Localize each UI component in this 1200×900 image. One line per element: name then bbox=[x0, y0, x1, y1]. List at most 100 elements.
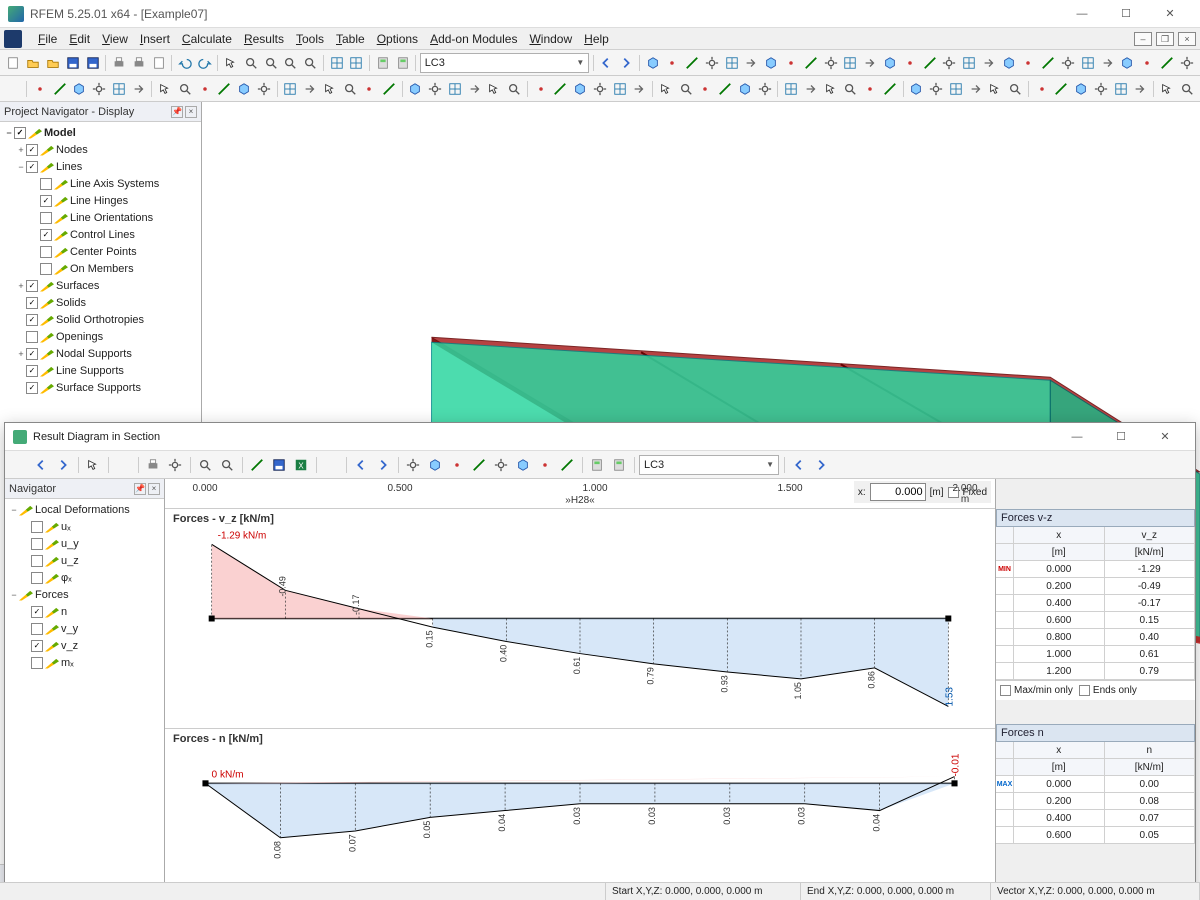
tool-r2-28-icon[interactable] bbox=[610, 79, 629, 99]
result-tree-item-8[interactable]: v_z bbox=[5, 637, 164, 654]
tool-r1-23-icon[interactable] bbox=[1098, 53, 1117, 73]
checkbox[interactable] bbox=[26, 382, 38, 394]
tool-r2-30-icon[interactable] bbox=[656, 79, 675, 99]
tool-r2-24-icon[interactable] bbox=[531, 79, 550, 99]
result-tree-item-6[interactable]: n bbox=[5, 603, 164, 620]
save-icon[interactable] bbox=[63, 53, 82, 73]
table-n[interactable]: xn[m][kN/m]MAX0.0000.000.2000.080.4000.0… bbox=[996, 742, 1195, 844]
result-tree-item-3[interactable]: u_z bbox=[5, 552, 164, 569]
project-tree-item-5[interactable]: Line Orientations bbox=[0, 209, 201, 226]
gridb-icon[interactable] bbox=[347, 53, 366, 73]
project-tree-item-14[interactable]: Line Supports bbox=[0, 362, 201, 379]
project-tree-item-7[interactable]: Center Points bbox=[0, 243, 201, 260]
project-tree-item-6[interactable]: Control Lines bbox=[0, 226, 201, 243]
checkbox[interactable] bbox=[40, 195, 52, 207]
project-tree-item-8[interactable]: On Members bbox=[0, 260, 201, 277]
sel-combo[interactable]: undefined bbox=[4, 79, 23, 99]
project-tree-item-9[interactable]: +Surfaces bbox=[0, 277, 201, 294]
result-tree-item-2[interactable]: u_y bbox=[5, 535, 164, 552]
nav-pin-icon[interactable]: 📌 bbox=[134, 483, 146, 495]
menu-view[interactable]: View bbox=[96, 30, 134, 48]
checkbox[interactable] bbox=[26, 314, 38, 326]
tool-r2-53-icon[interactable] bbox=[1131, 79, 1150, 99]
checkbox[interactable] bbox=[26, 348, 38, 360]
dialog-close-button[interactable]: ✕ bbox=[1143, 426, 1187, 448]
result-tree-item-1[interactable]: uₓ bbox=[5, 518, 164, 535]
tool-r2-32-icon[interactable] bbox=[696, 79, 715, 99]
tool-r2-17-icon[interactable] bbox=[380, 79, 399, 99]
tool-r2-9-icon[interactable] bbox=[215, 79, 234, 99]
menu-addonmodules[interactable]: Add-on Modules bbox=[424, 30, 523, 48]
tool-r2-12-icon[interactable] bbox=[281, 79, 300, 99]
table-vz[interactable]: xv_z[m][kN/m]MIN0.000-1.290.200-0.490.40… bbox=[996, 527, 1195, 680]
tool-r1-25-icon[interactable] bbox=[1138, 53, 1157, 73]
tool-r2-27-icon[interactable] bbox=[591, 79, 610, 99]
dialog-maximize-button[interactable]: ☐ bbox=[1099, 426, 1143, 448]
nav-close-icon[interactable]: × bbox=[148, 483, 160, 495]
tool-r1-22-icon[interactable] bbox=[1078, 53, 1097, 73]
tool-r2-10-icon[interactable] bbox=[235, 79, 254, 99]
checkbox[interactable] bbox=[26, 144, 38, 156]
tool-r1-14-icon[interactable] bbox=[920, 53, 939, 73]
checkbox[interactable] bbox=[26, 161, 38, 173]
project-tree-item-11[interactable]: Solid Orthotropies bbox=[0, 311, 201, 328]
dlg-zoomwin-icon[interactable] bbox=[217, 455, 237, 475]
tool-r2-42-icon[interactable] bbox=[907, 79, 926, 99]
menu-calculate[interactable]: Calculate bbox=[176, 30, 238, 48]
tool-r1-1-icon[interactable] bbox=[663, 53, 682, 73]
dlg-calc-icon[interactable] bbox=[587, 455, 607, 475]
dlg-mid-7-icon[interactable] bbox=[557, 455, 577, 475]
checkbox[interactable] bbox=[40, 246, 52, 258]
tool-r2-52-icon[interactable] bbox=[1111, 79, 1130, 99]
tool-r2-43-icon[interactable] bbox=[927, 79, 946, 99]
mdi-minimize-icon[interactable]: – bbox=[1134, 32, 1152, 46]
x-input[interactable] bbox=[870, 483, 926, 501]
dlg-next-icon[interactable] bbox=[53, 455, 73, 475]
tool-r2-44-icon[interactable] bbox=[946, 79, 965, 99]
open2-icon[interactable] bbox=[44, 53, 63, 73]
tool-r2-29-icon[interactable] bbox=[630, 79, 649, 99]
tool-r1-24-icon[interactable] bbox=[1118, 53, 1137, 73]
project-tree-item-1[interactable]: +Nodes bbox=[0, 141, 201, 158]
zoomd-icon[interactable] bbox=[301, 53, 320, 73]
menu-file[interactable]: File bbox=[32, 30, 63, 48]
dlg-lc-combo[interactable]: LC3▼ bbox=[639, 455, 779, 475]
tool-r2-45-icon[interactable] bbox=[966, 79, 985, 99]
plot-vz[interactable]: Forces - v_z [kN/m] -0.49-0.170.150.400.… bbox=[165, 509, 995, 729]
checkbox[interactable] bbox=[26, 297, 38, 309]
tool-r2-3-icon[interactable] bbox=[90, 79, 109, 99]
dlg-mid-2-icon[interactable] bbox=[447, 455, 467, 475]
dlg-opt-icon[interactable] bbox=[165, 455, 185, 475]
tool-r1-9-icon[interactable] bbox=[821, 53, 840, 73]
dlg-mid-1-icon[interactable] bbox=[425, 455, 445, 475]
tool-r2-33-icon[interactable] bbox=[716, 79, 735, 99]
checkbox[interactable] bbox=[31, 606, 43, 618]
tool-r1-12-icon[interactable] bbox=[881, 53, 900, 73]
checkbox[interactable] bbox=[31, 623, 43, 635]
tool-r2-25-icon[interactable] bbox=[551, 79, 570, 99]
tool-r2-7-icon[interactable] bbox=[175, 79, 194, 99]
undo-icon[interactable] bbox=[176, 53, 195, 73]
app-menu-icon[interactable] bbox=[4, 30, 22, 48]
checkbox[interactable] bbox=[14, 127, 26, 139]
dlg-lc-next-icon[interactable] bbox=[811, 455, 831, 475]
dlg-lc-prev-icon[interactable] bbox=[789, 455, 809, 475]
result-tree-item-9[interactable]: mₓ bbox=[5, 654, 164, 671]
tool-r2-46-icon[interactable] bbox=[986, 79, 1005, 99]
tool-r2-23-icon[interactable] bbox=[505, 79, 524, 99]
tool-r2-54-icon[interactable] bbox=[1157, 79, 1176, 99]
checkbox[interactable] bbox=[40, 229, 52, 241]
tool-r1-21-icon[interactable] bbox=[1059, 53, 1078, 73]
tool-r1-15-icon[interactable] bbox=[940, 53, 959, 73]
tool-r1-2-icon[interactable] bbox=[683, 53, 702, 73]
dlg-mid-0-icon[interactable] bbox=[403, 455, 423, 475]
tool-r1-17-icon[interactable] bbox=[979, 53, 998, 73]
calc-icon[interactable] bbox=[373, 53, 392, 73]
tool-r1-20-icon[interactable] bbox=[1039, 53, 1058, 73]
tool-r2-35-icon[interactable] bbox=[755, 79, 774, 99]
tool-r2-13-icon[interactable] bbox=[301, 79, 320, 99]
project-tree-item-4[interactable]: Line Hinges bbox=[0, 192, 201, 209]
tool-r2-22-icon[interactable] bbox=[485, 79, 504, 99]
dlg-xls-icon[interactable]: X bbox=[291, 455, 311, 475]
close-button[interactable]: ✕ bbox=[1148, 3, 1192, 25]
